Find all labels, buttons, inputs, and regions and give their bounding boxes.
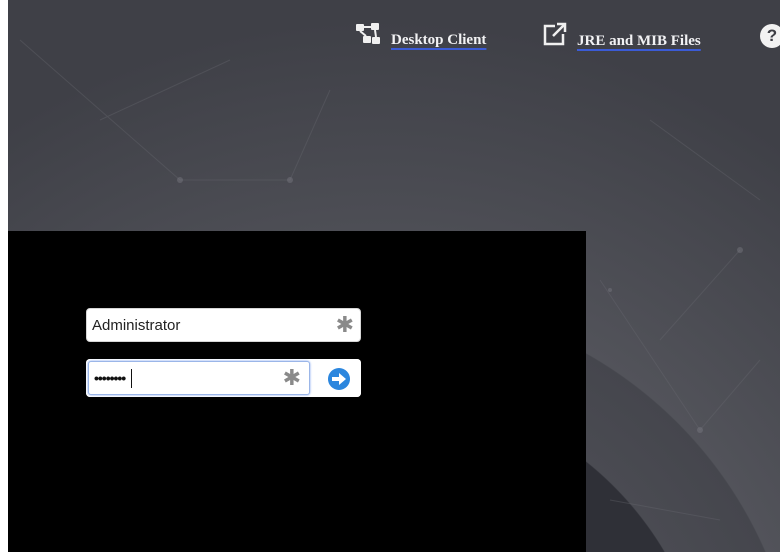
password-row: •••••••• ✱	[86, 359, 361, 397]
username-field[interactable]: ✱	[86, 308, 361, 342]
password-field[interactable]: •••••••• ✱	[88, 361, 310, 395]
required-asterisk-icon: ✱	[335, 312, 354, 337]
arrow-right-circle-icon	[332, 373, 346, 385]
window-left-edge	[0, 0, 8, 552]
top-bar: Desktop Client JRE and MIB Files ?	[0, 0, 780, 70]
required-asterisk-icon: ✱	[282, 365, 301, 390]
jre-mib-files-label[interactable]: JRE and MIB Files	[577, 33, 701, 50]
login-submit-button[interactable]	[328, 368, 350, 390]
desktop-client-label[interactable]: Desktop Client	[391, 32, 486, 49]
login-panel: ✱ •••••••• ✱	[8, 231, 586, 552]
network-nodes-icon	[355, 22, 381, 51]
desktop-client-link[interactable]: Desktop Client	[355, 22, 486, 51]
help-icon[interactable]: ?	[760, 24, 780, 48]
text-caret	[131, 369, 132, 388]
external-link-icon	[541, 22, 567, 53]
jre-mib-files-link[interactable]: JRE and MIB Files	[541, 22, 701, 53]
username-input[interactable]	[87, 309, 317, 341]
password-masked-value: ••••••••	[94, 370, 126, 386]
